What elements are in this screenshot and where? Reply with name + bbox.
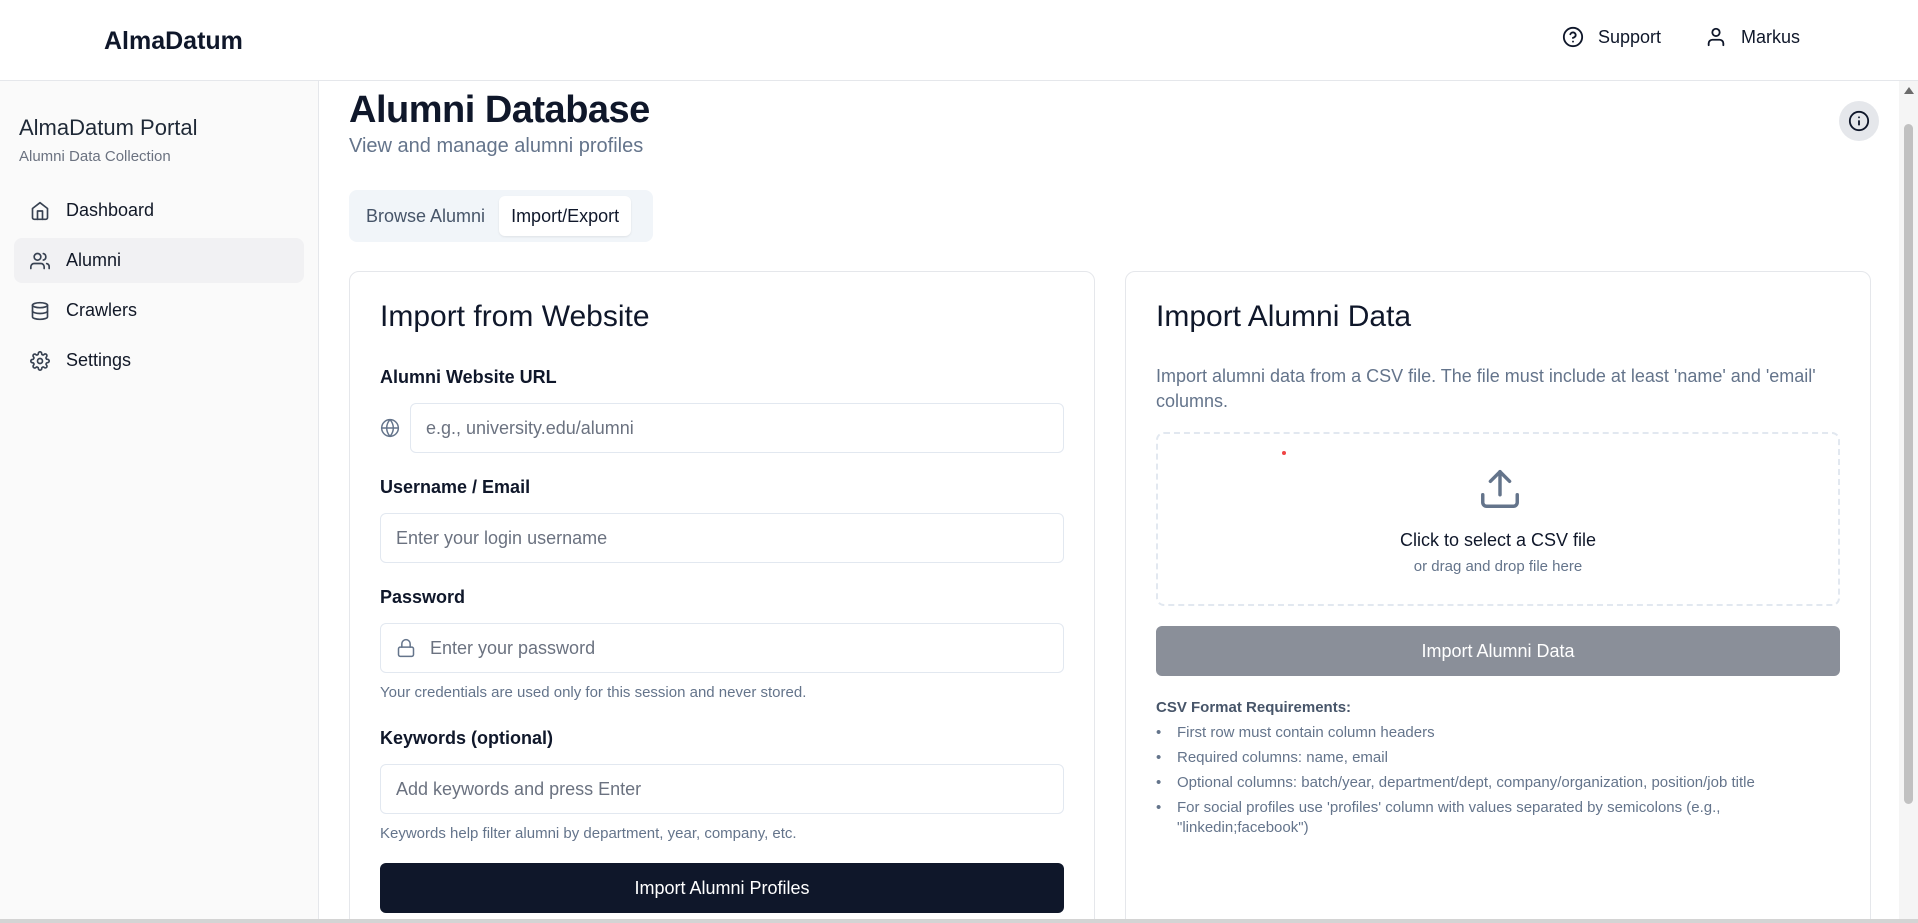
url-input[interactable] (426, 417, 1063, 439)
sidebar-item-alumni[interactable]: Alumni (14, 238, 304, 283)
brand-logo[interactable]: AlmaDatum (104, 27, 243, 56)
sidebar-item-label: Crawlers (66, 300, 138, 320)
card-title: Import from Website (380, 300, 650, 333)
support-label: Support (1597, 26, 1661, 47)
sidebar: AlmaDatum Portal Alumni Data Collection … (0, 81, 319, 923)
user-menu[interactable]: Markus (1705, 26, 1800, 48)
info-icon (1848, 110, 1870, 132)
password-label: Password (380, 587, 466, 607)
scrollbar[interactable] (1899, 81, 1918, 923)
username-input-wrapper (380, 513, 1064, 563)
portal-title: AlmaDatum Portal (19, 115, 198, 140)
portal-subtitle: Alumni Data Collection (19, 148, 171, 165)
credentials-hint: Your credentials are used only for this … (380, 684, 807, 701)
requirements-list: First row must contain column headers Re… (1156, 723, 1756, 843)
sidebar-item-crawlers[interactable]: Crawlers (14, 288, 304, 333)
sidebar-item-label: Settings (66, 350, 132, 370)
keywords-input-wrapper (380, 764, 1064, 814)
page-subtitle: View and manage alumni profiles (349, 135, 644, 157)
dropzone-subtitle: or drag and drop file here (1413, 558, 1583, 575)
keywords-label: Keywords (optional) (380, 728, 554, 748)
url-label: Alumni Website URL (380, 367, 557, 387)
password-input[interactable] (430, 637, 1063, 659)
import-website-card: Import from Website Alumni Website URL U… (349, 271, 1095, 923)
tab-browse-alumni[interactable]: Browse Alumni (354, 196, 497, 236)
users-icon (30, 252, 50, 269)
gear-icon (30, 350, 50, 371)
keywords-hint: Keywords help filter alumni by departmen… (380, 825, 797, 842)
username-input[interactable] (396, 527, 1063, 549)
requirement-item: For social profiles use 'profiles' colum… (1156, 798, 1756, 838)
password-input-wrapper (380, 623, 1064, 673)
card-title: Import Alumni Data (1156, 300, 1412, 333)
globe-icon (380, 418, 400, 438)
cursor-dot (1282, 451, 1286, 455)
support-link[interactable]: Support (1562, 26, 1661, 48)
scroll-thumb[interactable] (1904, 124, 1913, 804)
top-bar: AlmaDatum Support Markus (0, 0, 1918, 81)
sidebar-item-dashboard[interactable]: Dashboard (14, 188, 304, 233)
requirement-item: First row must contain column headers (1156, 723, 1756, 743)
keywords-input[interactable] (396, 778, 1063, 800)
requirement-item: Optional columns: batch/year, department… (1156, 773, 1756, 793)
username-label: Username / Email (380, 477, 531, 497)
requirements-title: CSV Format Requirements: (1156, 699, 1352, 716)
info-button[interactable] (1839, 101, 1879, 141)
bottom-scrollbar-strip (0, 919, 1918, 923)
main-content: Alumni Database View and manage alumni p… (320, 81, 1898, 923)
lock-icon (397, 638, 415, 658)
database-icon (31, 301, 49, 320)
user-name: Markus (1740, 26, 1800, 47)
sidebar-item-settings[interactable]: Settings (14, 338, 304, 383)
csv-description: Import alumni data from a CSV file. The … (1156, 366, 1816, 411)
dropzone-title: Click to select a CSV file (1399, 530, 1597, 550)
top-actions: Support Markus (1562, 26, 1800, 48)
import-csv-card: Import Alumni Data Import alumni data fr… (1125, 271, 1871, 923)
sidebar-nav: Dashboard Alumni Crawlers Settings (14, 188, 304, 388)
sidebar-item-label: Alumni (66, 250, 122, 270)
import-csv-button[interactable]: Import Alumni Data (1156, 626, 1840, 676)
requirement-item: Required columns: name, email (1156, 748, 1756, 768)
import-profiles-button[interactable]: Import Alumni Profiles (380, 863, 1064, 913)
csv-dropzone[interactable]: Click to select a CSV file or drag and d… (1156, 432, 1840, 606)
home-icon (31, 201, 49, 220)
page-title: Alumni Database (349, 89, 650, 131)
tab-import-export[interactable]: Import/Export (499, 196, 632, 236)
help-circle-icon (1562, 26, 1584, 48)
tab-list: Browse Alumni Import/Export (349, 190, 653, 242)
user-icon (1707, 27, 1725, 47)
scroll-up-arrow-icon[interactable] (1904, 87, 1914, 94)
sidebar-item-label: Dashboard (66, 200, 155, 220)
upload-icon (1481, 470, 1519, 508)
url-input-wrapper (410, 403, 1064, 453)
